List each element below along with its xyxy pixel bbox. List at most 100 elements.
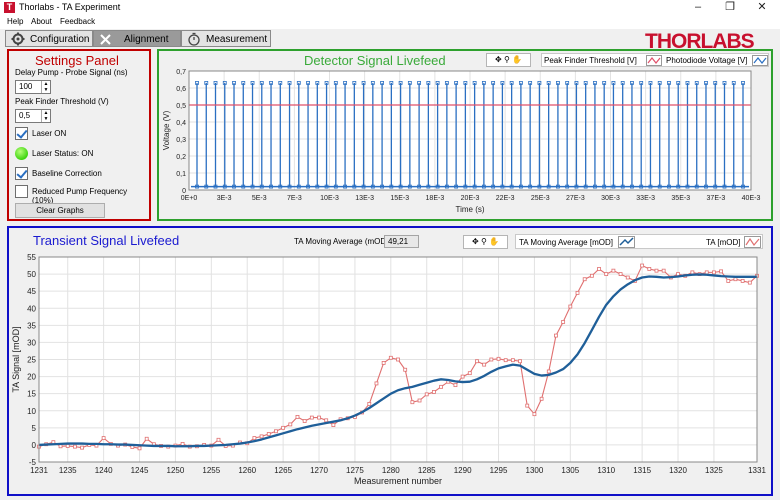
transient-y-tick-label: 25	[27, 356, 36, 365]
minimize-button[interactable]: –	[688, 1, 708, 14]
transient-y-tick-label: 30	[27, 338, 36, 347]
detector-y-axis-label: Voltage (V)	[162, 110, 171, 150]
menu-about[interactable]: About	[31, 17, 52, 26]
tab-measurement[interactable]: Measurement	[181, 30, 271, 47]
transient-x-tick-label: 1290	[454, 466, 472, 475]
close-button[interactable]: ✕	[752, 1, 772, 14]
transient-x-tick-label: 1275	[346, 466, 364, 475]
transient-x-tick-label: 1310	[597, 466, 615, 475]
laser-status-label: Laser Status: ON	[32, 149, 94, 158]
pan-tool-icon[interactable]: ✥	[472, 237, 479, 246]
transient-x-tick-label: 1265	[274, 466, 292, 475]
transient-ta-point	[259, 434, 264, 439]
menu-help[interactable]: Help	[7, 17, 23, 26]
transient-ta-point	[554, 333, 558, 338]
transient-ta-point	[396, 357, 400, 362]
hand-tool-icon[interactable]: ✋	[512, 55, 522, 64]
legend-ta-swatch	[744, 236, 761, 248]
reduced-pump-checkbox[interactable]	[15, 185, 28, 198]
transient-ta-point	[532, 412, 537, 417]
tab-alignment[interactable]: Alignment	[93, 30, 181, 47]
transient-ta-point	[216, 437, 221, 442]
detector-x-tick-label: 30E-3	[601, 195, 620, 202]
transient-x-tick-label: 1315	[633, 466, 651, 475]
transient-x-tick-label: 1325	[705, 466, 723, 475]
tab-configuration[interactable]: Configuration	[5, 30, 93, 47]
transient-ta-point	[288, 422, 293, 427]
detector-x-tick-label: 20E-3	[461, 195, 480, 202]
detector-y-tick-label: 0,3	[176, 137, 186, 144]
transient-ta-point	[510, 358, 515, 363]
detector-x-tick-label: 7E-3	[287, 195, 302, 202]
pan-tool-icon[interactable]: ✥	[495, 55, 502, 64]
detector-x-tick-label: 5E-3	[252, 195, 267, 202]
transient-ta-point	[417, 398, 422, 403]
clear-graphs-button[interactable]: Clear Graphs	[15, 203, 105, 218]
legend-threshold-label: Peak Finder Threshold [V]	[544, 56, 637, 65]
transient-ta-point	[719, 269, 723, 274]
transient-ta-point	[568, 304, 573, 309]
transient-ta-point	[73, 444, 77, 449]
transient-ta-point	[274, 429, 278, 434]
transient-panel: Transient Signal Livefeed TA Moving Aver…	[7, 226, 773, 496]
legend-photodiode-label: Photodiode Voltage [V]	[666, 56, 748, 65]
threshold-value: 0,5	[19, 111, 31, 120]
transient-ta-point	[58, 444, 63, 449]
detector-panel-title: Detector Signal Livefeed	[304, 53, 446, 68]
transient-graph-tools: ✥ ⚲ ✋	[463, 235, 508, 249]
zoom-tool-icon[interactable]: ⚲	[481, 237, 487, 246]
transient-ta-point	[647, 267, 652, 271]
transient-y-tick-label: 55	[27, 253, 36, 262]
transient-ta-point	[676, 272, 680, 276]
gear-icon	[11, 32, 25, 46]
transient-ta-point	[611, 268, 616, 273]
detector-y-tick-label: 0	[182, 188, 186, 195]
menu-bar: Help About Feedback	[0, 16, 780, 29]
detector-y-tick-label: 0,4	[176, 120, 186, 127]
threshold-label: Peak Finder Threshold (V)	[15, 97, 109, 106]
transient-ta-point	[654, 268, 659, 273]
baseline-correction-checkbox[interactable]	[15, 167, 28, 180]
transient-y-tick-label: 15	[27, 390, 36, 399]
transient-x-tick-label: 1295	[490, 466, 508, 475]
delay-input[interactable]: 100 ▲ ▼	[15, 80, 51, 94]
transient-ta-point	[266, 432, 271, 436]
threshold-down-button[interactable]: ▼	[41, 116, 50, 122]
transient-ta-point	[410, 400, 415, 405]
transient-ta-point	[518, 359, 522, 364]
legend-moving-average-swatch	[618, 236, 635, 248]
transient-ta-point	[324, 418, 329, 423]
transient-y-tick-label: 5	[32, 424, 37, 433]
transient-ta-point	[482, 362, 487, 367]
zoom-tool-icon[interactable]: ⚲	[504, 55, 510, 64]
transient-x-tick-label: 1240	[95, 466, 113, 475]
detector-chart: 0 0,1 0,2 0,3 0,4 0,5 0,6 0,7 0E+0 3E-3 5E-3 7E-3 10…	[162, 69, 760, 214]
detector-x-tick-label: 33E-3	[636, 195, 655, 202]
threshold-input[interactable]: 0,5 ▲ ▼	[15, 109, 51, 123]
delay-label: Delay Pump - Probe Signal (ns)	[15, 68, 128, 77]
transient-y-tick-label: 40	[27, 304, 36, 313]
transient-y-axis-label: TA Signal [mOD]	[11, 326, 21, 392]
detector-x-tick-label: 37E-3	[707, 195, 726, 202]
restore-button[interactable]: ❐	[720, 1, 740, 14]
transient-ta-point	[733, 277, 738, 282]
transient-ta-point	[65, 444, 70, 448]
legend-threshold-swatch	[646, 55, 662, 66]
settings-panel-title: Settings Panel	[35, 53, 119, 68]
transient-ta-point	[374, 381, 379, 386]
transient-y-tick-label: 20	[27, 373, 36, 382]
transient-x-tick-label: 1280	[382, 466, 400, 475]
laser-on-checkbox[interactable]	[15, 127, 28, 140]
transient-ta-point	[747, 280, 752, 285]
menu-feedback[interactable]: Feedback	[60, 17, 95, 26]
transient-ta-point	[367, 402, 372, 406]
hand-tool-icon[interactable]: ✋	[489, 237, 499, 246]
window-title: Thorlabs - TA Experiment	[19, 2, 121, 12]
baseline-correction-label: Baseline Correction	[32, 169, 102, 178]
transient-ta-point	[431, 390, 436, 394]
transient-ta-point	[80, 445, 84, 450]
detector-x-axis-label: Time (s)	[455, 205, 484, 214]
delay-down-button[interactable]: ▼	[41, 87, 50, 93]
transient-x-tick-label: 1245	[131, 466, 149, 475]
tab-configuration-label: Configuration	[30, 34, 90, 45]
